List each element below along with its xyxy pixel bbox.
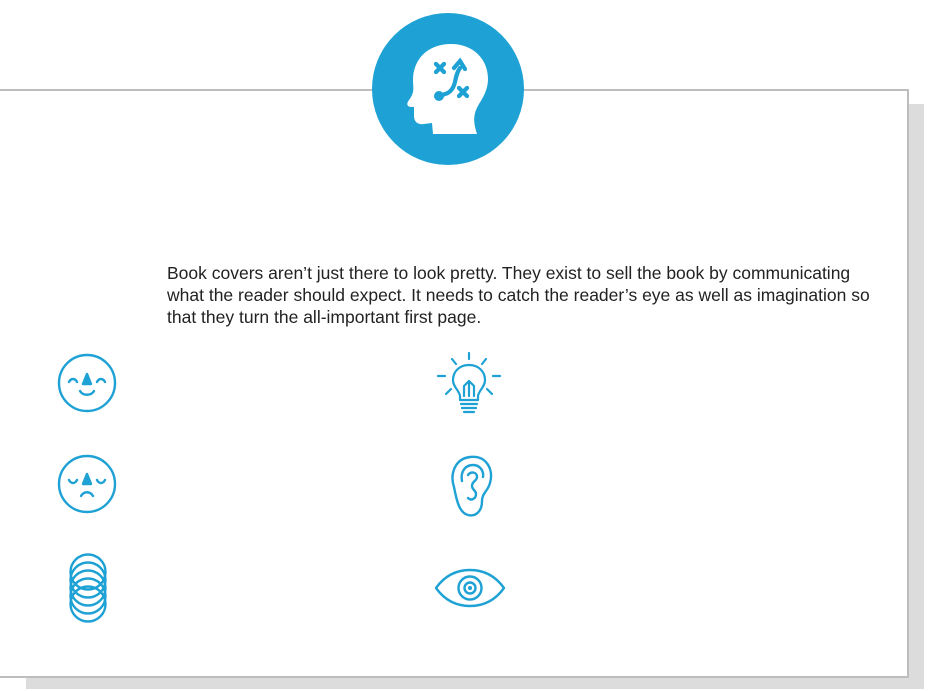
eye-icon — [434, 568, 506, 608]
stacked-circles-icon — [66, 552, 110, 624]
sad-face-icon — [56, 453, 118, 515]
head-strategy-badge — [372, 13, 524, 165]
happy-face-icon — [56, 352, 118, 414]
head-strategy-icon — [393, 34, 503, 144]
page: Book covers aren’t just there to look pr… — [0, 0, 928, 691]
ear-icon — [446, 453, 496, 519]
lightbulb-icon — [434, 351, 504, 418]
body-text: Book covers aren’t just there to look pr… — [167, 263, 870, 327]
